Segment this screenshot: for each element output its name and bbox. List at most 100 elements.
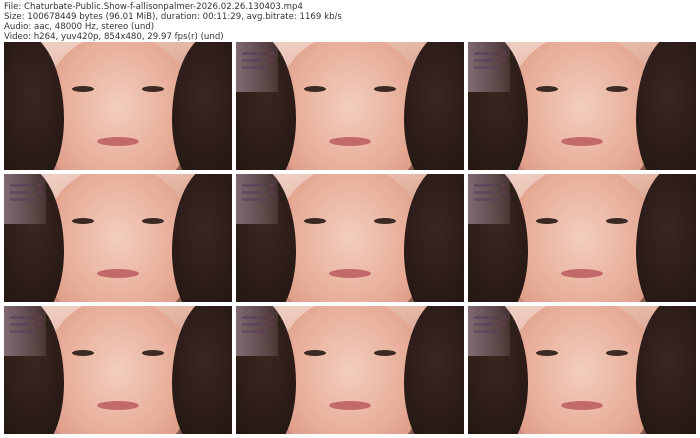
- eye-left: [536, 85, 559, 92]
- eye-left: [72, 217, 95, 224]
- chat-line: [474, 330, 500, 333]
- hair-right: [172, 42, 232, 170]
- video-thumbnail-6[interactable]: [468, 174, 696, 302]
- chat-line: [474, 184, 498, 187]
- chat-overlay: [236, 306, 278, 356]
- face-shape: [275, 42, 425, 170]
- eye-right: [373, 217, 396, 224]
- eye-left: [536, 349, 559, 356]
- lips: [329, 268, 371, 278]
- chat-line: [10, 316, 34, 319]
- chat-overlay: [236, 42, 278, 92]
- video-thumbnail-9[interactable]: [468, 306, 696, 434]
- face-shape: [507, 42, 657, 170]
- chat-line: [10, 330, 36, 333]
- chat-count: [502, 184, 506, 187]
- chat-line: [242, 330, 268, 333]
- chat-line: [242, 52, 266, 55]
- lips: [97, 268, 139, 278]
- chat-line: [10, 191, 30, 194]
- chat-line: [242, 191, 262, 194]
- chat-line: [10, 184, 34, 187]
- eye-right: [141, 85, 164, 92]
- chat-line: [474, 66, 500, 69]
- eye-left: [304, 85, 327, 92]
- chat-count: [38, 323, 42, 326]
- face-shape: [275, 306, 425, 434]
- chat-count: [502, 59, 506, 62]
- chat-overlay: [468, 306, 510, 356]
- eye-right: [605, 217, 628, 224]
- hair-right: [404, 306, 464, 434]
- chat-count: [502, 316, 506, 319]
- eye-right: [373, 85, 396, 92]
- eye-right: [141, 217, 164, 224]
- video-thumbnail-7[interactable]: [4, 306, 232, 434]
- chat-count: [270, 323, 274, 326]
- video-info-line: Video: h264, yuv420p, 854x480, 29.97 fps…: [4, 32, 224, 42]
- chat-overlay: [4, 306, 46, 356]
- video-thumbnail-2[interactable]: [236, 42, 464, 170]
- face-shape: [507, 174, 657, 302]
- lips: [561, 136, 603, 146]
- hair-right: [172, 174, 232, 302]
- chat-line: [242, 198, 268, 201]
- file-name-line: File: Chaturbate-Public.Show-f-allisonpa…: [4, 2, 303, 12]
- chat-count: [38, 184, 42, 187]
- face-shape: [275, 174, 425, 302]
- chat-count: [270, 59, 274, 62]
- hair-left: [4, 42, 64, 170]
- hair-right: [404, 174, 464, 302]
- audio-info-line: Audio: aac, 48000 Hz, stereo (und): [4, 22, 155, 32]
- video-thumbnail-4[interactable]: [4, 174, 232, 302]
- lips: [561, 400, 603, 410]
- lips: [97, 400, 139, 410]
- chat-line: [474, 59, 494, 62]
- chat-count: [502, 323, 506, 326]
- chat-count: [270, 52, 274, 55]
- chat-line: [474, 191, 494, 194]
- chat-line: [474, 52, 498, 55]
- file-info-header: File: Chaturbate-Public.Show-f-allisonpa…: [4, 2, 342, 42]
- chat-overlay: [468, 174, 510, 224]
- eye-right: [373, 349, 396, 356]
- chat-overlay: [4, 174, 46, 224]
- chat-line: [242, 59, 262, 62]
- face-shape: [43, 174, 193, 302]
- video-thumbnail-1[interactable]: [4, 42, 232, 170]
- chat-count: [270, 191, 274, 194]
- eye-right: [605, 349, 628, 356]
- chat-line: [242, 66, 268, 69]
- video-thumbnail-8[interactable]: [236, 306, 464, 434]
- eye-left: [304, 349, 327, 356]
- face-shape: [43, 306, 193, 434]
- chat-count: [38, 191, 42, 194]
- chat-line: [10, 323, 30, 326]
- chat-count: [502, 52, 506, 55]
- eye-right: [605, 85, 628, 92]
- eye-left: [72, 85, 95, 92]
- hair-right: [636, 42, 696, 170]
- lips: [561, 268, 603, 278]
- chat-overlay: [236, 174, 278, 224]
- chat-line: [10, 198, 36, 201]
- chat-count: [270, 316, 274, 319]
- hair-right: [172, 306, 232, 434]
- hair-right: [636, 174, 696, 302]
- hair-right: [636, 306, 696, 434]
- eye-right: [141, 349, 164, 356]
- hair-right: [404, 42, 464, 170]
- video-thumbnail-3[interactable]: [468, 42, 696, 170]
- face-shape: [507, 306, 657, 434]
- video-thumbnail-5[interactable]: [236, 174, 464, 302]
- thumbnail-grid: [4, 42, 696, 434]
- chat-count: [502, 191, 506, 194]
- chat-line: [242, 323, 262, 326]
- lips: [97, 136, 139, 146]
- chat-line: [242, 316, 266, 319]
- chat-line: [474, 323, 494, 326]
- chat-count: [38, 316, 42, 319]
- chat-overlay: [468, 42, 510, 92]
- face-shape: [43, 42, 193, 170]
- chat-line: [474, 198, 500, 201]
